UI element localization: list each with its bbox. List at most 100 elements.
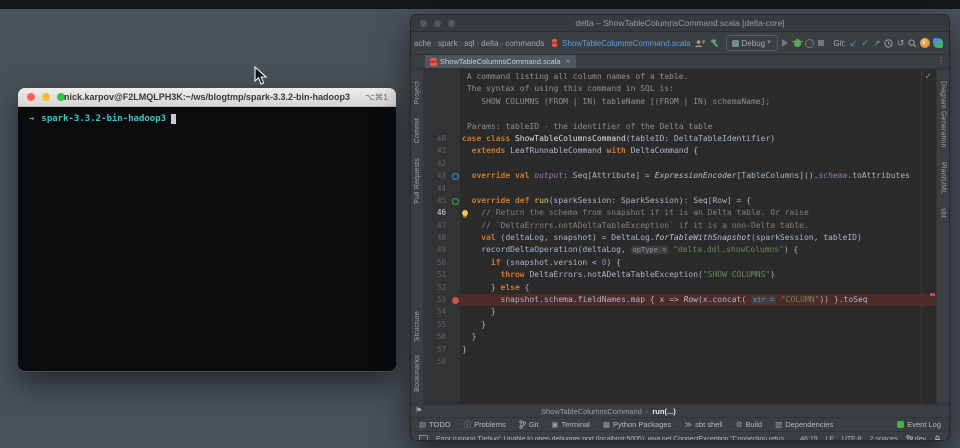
line-number: 55	[424, 319, 449, 331]
override-marker-icon[interactable]	[449, 170, 462, 182]
override-marker-icon[interactable]	[449, 195, 462, 207]
code-area[interactable]: A command listing all column names of a …	[424, 71, 936, 368]
tool-stripe-sbt[interactable]: sbt	[940, 208, 947, 218]
coverage-icon[interactable]	[805, 36, 814, 50]
tool-window-button-sbt-shell[interactable]: ≫sbt shell	[684, 420, 722, 429]
left-tool-stripe: Project Commit Pull Requests Structure Book…	[411, 69, 424, 404]
debug-icon[interactable]	[793, 36, 802, 50]
git-branch-name: dev	[915, 436, 926, 441]
tool-stripe-diagram-generation[interactable]: Diagram Generation	[940, 81, 947, 148]
ide-titlebar[interactable]: delta – ShowTableColumnsCommand.scala [d…	[411, 15, 949, 32]
tool-stripe-structure[interactable]: Structure	[414, 311, 421, 341]
breadcrumb-class[interactable]: ShowTableColumnsCommand	[541, 407, 642, 416]
stop-icon[interactable]	[817, 36, 826, 50]
tool-stripe-commit[interactable]: Commit	[414, 118, 421, 143]
terminal-titlebar[interactable]: nick.karpov@F2LMQLPH3K:~/ws/blogtmp/spar…	[18, 88, 396, 107]
ide-window[interactable]: delta – ShowTableColumnsCommand.scala [d…	[410, 14, 950, 441]
run-icon[interactable]	[781, 36, 790, 50]
code-doc-line[interactable]: The syntax of using this command in SQL …	[424, 83, 936, 95]
code-line-40[interactable]: 40case class ShowTableColumnsCommand(tab…	[424, 133, 936, 145]
code-line-45[interactable]: 45 override def run(sparkSession: SparkS…	[424, 195, 936, 207]
code-line-51[interactable]: 51 throw DeltaErrors.notADeltaTableExcep…	[424, 269, 936, 281]
code-line-56[interactable]: 56 }	[424, 331, 936, 343]
lock-icon[interactable]	[934, 435, 941, 441]
code-doc-line[interactable]: A command listing all column names of a …	[424, 71, 936, 83]
breadcrumb-item-delta[interactable]: delta	[480, 39, 499, 48]
ide-window-title: delta – ShowTableColumnsCommand.scala [d…	[411, 18, 949, 28]
tool-window-button-git[interactable]: Git	[519, 420, 539, 429]
code-doc-line[interactable]: SHOW COLUMNS (FROM | IN) tableName [(FRO…	[424, 96, 936, 108]
debug-config-icon	[732, 40, 739, 47]
breadcrumb-item-sql[interactable]: sql	[463, 39, 475, 48]
code-line-43[interactable]: 43 override val output: Seq[Attribute] =…	[424, 170, 936, 182]
tool-window-button-terminal[interactable]: ▣Terminal	[551, 420, 589, 429]
line-number: 49	[424, 244, 449, 256]
terminal-content[interactable]: → spark-3.3.2-bin-hadoop3	[18, 107, 396, 371]
status-message[interactable]: Error running 'Debug': Unable to open de…	[436, 436, 792, 441]
git-push-icon[interactable]: ↗	[872, 36, 881, 50]
line-number: 40	[424, 133, 449, 145]
code-line-47[interactable]: 47 // `DeltaErrors.notADeltaTableExcepti…	[424, 220, 936, 232]
breadcrumb-item-commands[interactable]: commands	[504, 39, 545, 48]
code-line-49[interactable]: 49 recordDeltaOperation(deltaLog, opType…	[424, 244, 936, 256]
file-encoding[interactable]: UTF-8	[842, 436, 862, 441]
code-line-42[interactable]: 42	[424, 158, 936, 170]
code-line-41[interactable]: 41 extends LeafRunnableCommand with Delt…	[424, 145, 936, 157]
tool-stripe-project[interactable]: Project	[414, 81, 421, 104]
tool-window-toggle-icon[interactable]	[419, 435, 428, 441]
indent-setting[interactable]: 2 spaces	[870, 436, 898, 441]
code-line-57[interactable]: 57}	[424, 344, 936, 356]
tool-stripe-bookmarks[interactable]: Bookmarks	[414, 355, 421, 392]
tool-window-button-dependencies[interactable]: ▧Dependencies	[775, 420, 833, 429]
code-editor[interactable]: A command listing all column names of a …	[424, 69, 936, 404]
code-line-52[interactable]: 52 } else {	[424, 282, 936, 294]
rollback-icon[interactable]: ↺	[896, 36, 905, 50]
tab-options-icon[interactable]: ⋮	[937, 56, 945, 65]
close-tab-icon[interactable]: ×	[565, 57, 570, 66]
error-stripe-mark[interactable]	[930, 293, 935, 296]
git-commit-icon[interactable]: ✓	[861, 36, 870, 50]
terminal-window[interactable]: nick.karpov@F2LMQLPH3K:~/ws/blogtmp/spar…	[18, 88, 396, 372]
breadcrumb-file[interactable]: ShowTableColumnsCommand.scala	[562, 39, 691, 48]
bookmark-flag-icon[interactable]: ⚑	[415, 407, 422, 415]
caret-position[interactable]: 46:19	[800, 436, 818, 441]
breadcrumb-item-ache[interactable]: ache	[413, 39, 432, 48]
breadcrumb-item-spark[interactable]: spark	[437, 39, 459, 48]
code-line-44[interactable]: 44	[424, 183, 936, 195]
tool-window-button-problems[interactable]: ⓘProblems	[464, 419, 506, 430]
git-icon	[519, 420, 526, 429]
desktop-menubar	[0, 0, 960, 9]
ide-update-icon[interactable]	[920, 36, 930, 50]
line-ending[interactable]: LF	[826, 436, 834, 441]
code-line-50[interactable]: 50 if (snapshot.version < 0) {	[424, 257, 936, 269]
editor-tab[interactable]: ShowTableColumnsCommand.scala ×	[425, 55, 576, 68]
code-line-54[interactable]: 54 }	[424, 306, 936, 318]
breadcrumb-method[interactable]: run(...)	[652, 407, 675, 416]
event-log-button[interactable]: Event Log	[897, 420, 941, 429]
search-icon[interactable]	[908, 36, 917, 50]
code-line-46[interactable]: 46 // Return the schema from snapshot if…	[424, 207, 936, 219]
build-project-icon[interactable]	[710, 36, 720, 50]
code-doc-line[interactable]	[424, 108, 936, 120]
scala-file-icon	[430, 58, 437, 66]
git-update-icon[interactable]: ↙	[849, 36, 858, 50]
code-line-48[interactable]: 48 val (deltaLog, snapshot) = DeltaLog.f…	[424, 232, 936, 244]
inspections-ok-icon[interactable]: ✓	[924, 71, 932, 82]
history-icon[interactable]	[884, 36, 893, 50]
tool-window-button-build[interactable]: ⚙Build	[736, 420, 762, 429]
code-line-55[interactable]: 55 }	[424, 319, 936, 331]
user-dropdown-icon[interactable]: ▼	[694, 36, 707, 50]
tool-window-button-todo[interactable]: ▤TODO	[419, 420, 451, 429]
tool-stripe-plantuml[interactable]: PlantUML	[940, 162, 947, 194]
code-with-me-icon[interactable]	[933, 36, 943, 50]
tool-window-button-python-packages[interactable]: ▦Python Packages	[603, 420, 671, 429]
code-doc-line[interactable]: Params: tableID - the identifier of the …	[424, 121, 936, 133]
code-line-53[interactable]: 53 snapshot.schema.fieldNames.map { x =>…	[424, 294, 936, 306]
code-line-58[interactable]: 58	[424, 356, 936, 368]
line-number: 47	[424, 220, 449, 232]
event-log-label: Event Log	[907, 420, 941, 429]
run-config-selector[interactable]: Debug ▼	[726, 35, 779, 51]
tool-stripe-pull-requests[interactable]: Pull Requests	[414, 158, 421, 204]
breakpoint-icon[interactable]	[449, 294, 462, 306]
git-branch-widget[interactable]: dev	[906, 435, 926, 441]
